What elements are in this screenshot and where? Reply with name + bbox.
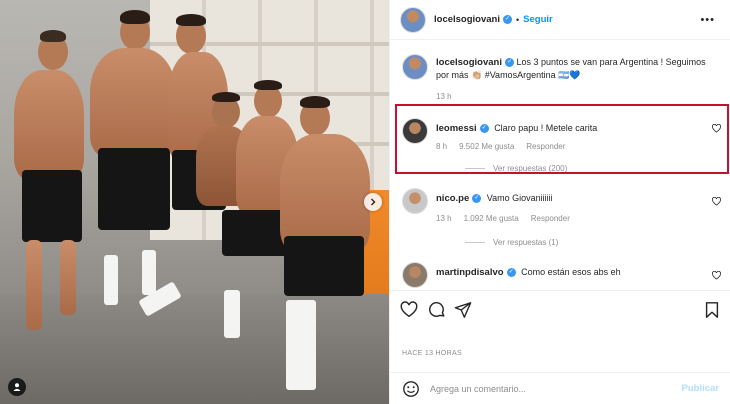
post-header: locelsogiovani ✓ • Seguir •••: [390, 0, 730, 40]
like-heart-icon[interactable]: [400, 301, 418, 319]
comment-text: Vamo Giovaniiiiii: [486, 193, 553, 203]
verified-badge-icon: ✓: [505, 58, 514, 68]
more-options-icon[interactable]: •••: [700, 14, 715, 26]
instagram-post: locelsogiovani ✓ • Seguir ••• locelsogio…: [0, 0, 730, 404]
post-photo: [0, 0, 389, 404]
caption-avatar[interactable]: [402, 54, 428, 80]
emoji-icon[interactable]: [402, 380, 420, 398]
post-timestamp: HACE 13 HORAS: [402, 350, 462, 357]
separator-dot: •: [516, 14, 520, 25]
author-avatar[interactable]: [400, 6, 426, 33]
author-username[interactable]: locelsogiovani: [434, 14, 500, 25]
caption-time: 13 h: [436, 92, 452, 101]
tagged-users-button[interactable]: [8, 378, 26, 396]
view-replies-button[interactable]: Ver respuestas (1): [465, 238, 558, 247]
post-side-panel: locelsogiovani ✓ • Seguir ••• locelsogio…: [389, 0, 730, 404]
comment-text: Como están esos abs eh: [521, 267, 621, 277]
comment-bubble-icon[interactable]: [428, 301, 446, 319]
like-comment-heart-icon[interactable]: [712, 271, 721, 280]
save-bookmark-icon[interactable]: [703, 301, 721, 319]
post-actions: [390, 290, 730, 330]
floor: [0, 294, 389, 404]
follow-button[interactable]: Seguir: [523, 14, 553, 25]
comment-composer: Publicar: [390, 372, 730, 404]
verified-badge-icon: ✓: [503, 15, 512, 24]
chevron-right-icon: [371, 198, 376, 206]
share-send-icon[interactable]: [454, 301, 472, 319]
highlight-box: [395, 104, 729, 174]
comment-avatar[interactable]: [402, 262, 428, 288]
verified-badge-icon: ✓: [472, 194, 482, 204]
reply-button[interactable]: Responder: [531, 214, 570, 223]
comment-username[interactable]: nico.pe: [436, 193, 469, 204]
comment-input[interactable]: [430, 381, 650, 397]
publish-button[interactable]: Publicar: [682, 383, 720, 394]
comment-time: 13 h: [436, 214, 452, 223]
carousel-next-button[interactable]: [364, 193, 382, 211]
caption-username[interactable]: locelsogiovani: [436, 57, 502, 68]
verified-badge-icon: ✓: [506, 268, 516, 278]
user-tag-icon: [13, 383, 21, 391]
comment-avatar[interactable]: [402, 188, 428, 214]
like-comment-heart-icon[interactable]: [712, 197, 721, 206]
comment-username[interactable]: martinpdisalvo: [436, 267, 504, 278]
comment-likes[interactable]: 1.092 Me gusta: [464, 214, 519, 223]
